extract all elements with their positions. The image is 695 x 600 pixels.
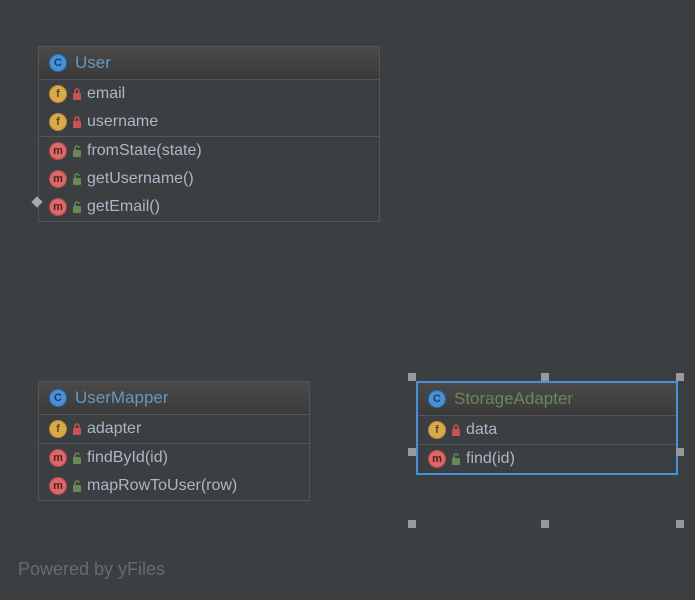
field-row[interactable]: f data <box>418 416 676 444</box>
lock-closed-icon <box>71 422 83 436</box>
methods-section: m fromState(state) m getUsername() m get… <box>39 137 379 221</box>
method-name: fromState(state) <box>87 142 202 160</box>
method-name: find(id) <box>466 450 515 468</box>
field-icon: f <box>428 421 446 439</box>
selection-handle-icon[interactable] <box>676 520 684 528</box>
field-row[interactable]: f adapter <box>39 415 309 443</box>
lock-open-icon <box>71 200 83 214</box>
method-icon: m <box>428 450 446 468</box>
class-header[interactable]: C StorageAdapter <box>418 383 676 416</box>
method-icon: m <box>49 142 67 160</box>
lock-closed-icon <box>450 423 462 437</box>
method-row[interactable]: m fromState(state) <box>39 137 379 165</box>
lock-open-icon <box>71 172 83 186</box>
method-icon: m <box>49 449 67 467</box>
method-icon: m <box>49 477 67 495</box>
selection-handle-icon[interactable] <box>676 448 684 456</box>
method-name: findById(id) <box>87 449 168 467</box>
selection-handle-icon[interactable] <box>408 520 416 528</box>
methods-section: m findById(id) m mapRowToUser(row) <box>39 444 309 500</box>
method-row[interactable]: m getUsername() <box>39 165 379 193</box>
selection-handle-icon[interactable] <box>408 373 416 381</box>
field-name: data <box>466 421 497 439</box>
class-icon: C <box>428 390 446 408</box>
field-row[interactable]: f email <box>39 80 379 108</box>
footer-watermark: Powered by yFiles <box>18 559 165 580</box>
field-name: email <box>87 85 125 103</box>
class-box-usermapper[interactable]: C UserMapper f adapter m findById(id) m … <box>38 381 310 501</box>
lock-closed-icon <box>71 115 83 129</box>
class-icon: C <box>49 389 67 407</box>
class-header[interactable]: C UserMapper <box>39 382 309 415</box>
field-row[interactable]: f username <box>39 108 379 136</box>
methods-section: m find(id) <box>418 445 676 473</box>
class-box-user[interactable]: C User f email f username m fromState(st… <box>38 46 380 222</box>
field-icon: f <box>49 113 67 131</box>
field-name: adapter <box>87 420 141 438</box>
lock-closed-icon <box>71 87 83 101</box>
method-name: getEmail() <box>87 198 160 216</box>
class-name: UserMapper <box>75 388 169 408</box>
method-row[interactable]: m find(id) <box>418 445 676 473</box>
class-header[interactable]: C User <box>39 47 379 80</box>
method-name: mapRowToUser(row) <box>87 477 237 495</box>
method-row[interactable]: m getEmail() <box>39 193 379 221</box>
lock-open-icon <box>71 479 83 493</box>
field-icon: f <box>49 85 67 103</box>
method-row[interactable]: m findById(id) <box>39 444 309 472</box>
class-name: StorageAdapter <box>454 389 573 409</box>
selection-handle-icon[interactable] <box>676 373 684 381</box>
method-icon: m <box>49 198 67 216</box>
lock-open-icon <box>71 451 83 465</box>
class-name: User <box>75 53 111 73</box>
field-icon: f <box>49 420 67 438</box>
selection-handle-icon[interactable] <box>541 520 549 528</box>
fields-section: f data <box>418 416 676 445</box>
method-name: getUsername() <box>87 170 194 188</box>
fields-section: f adapter <box>39 415 309 444</box>
method-row[interactable]: m mapRowToUser(row) <box>39 472 309 500</box>
class-box-storageadapter[interactable]: C StorageAdapter f data m find(id) <box>416 381 678 475</box>
class-icon: C <box>49 54 67 72</box>
lock-open-icon <box>71 144 83 158</box>
field-name: username <box>87 113 158 131</box>
selection-handle-icon[interactable] <box>541 373 549 381</box>
fields-section: f email f username <box>39 80 379 137</box>
selection-handle-icon[interactable] <box>408 448 416 456</box>
method-icon: m <box>49 170 67 188</box>
lock-open-icon <box>450 452 462 466</box>
